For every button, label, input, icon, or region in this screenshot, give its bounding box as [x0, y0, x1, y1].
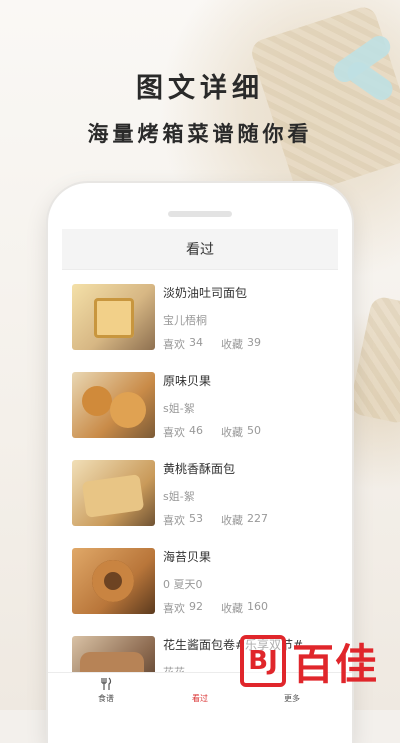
recipe-stats: 喜欢 92 收藏 160: [163, 600, 301, 616]
recipe-stats: 喜欢 34 收藏 39: [163, 336, 301, 352]
recipe-title[interactable]: 原味贝果: [163, 372, 211, 389]
recipe-author[interactable]: s姐-絮: [163, 488, 195, 504]
likes-count: 92: [189, 600, 203, 613]
likes-label: 喜欢: [163, 426, 185, 439]
favs-count: 39: [247, 336, 261, 349]
recipe-author[interactable]: 0 夏天0: [163, 576, 203, 592]
tab-recipes-label: 食谱: [98, 694, 114, 703]
phone-speaker: [168, 211, 232, 217]
recipe-item[interactable]: 海苔贝果 0 夏天0 喜欢 92 收藏 160: [72, 548, 328, 618]
likes-label: 喜欢: [163, 602, 185, 615]
tab-recipes[interactable]: 食谱: [76, 677, 136, 704]
watermark-text: 百佳: [292, 639, 379, 689]
recipe-thumbnail: [72, 284, 155, 350]
likes-count: 53: [189, 512, 203, 525]
likes-count: 34: [189, 336, 203, 349]
favs-label: 收藏: [221, 514, 243, 527]
recipe-item[interactable]: 淡奶油吐司面包 宝儿梧桐 喜欢 34 收藏 39: [72, 284, 328, 354]
hero-title: 图文详细: [136, 73, 264, 104]
screen-header: 看过: [62, 229, 338, 270]
screen-title: 看过: [186, 242, 214, 258]
eye-icon: [170, 677, 230, 691]
watermark-mark: BJ: [240, 635, 286, 687]
recipe-item[interactable]: 黄桃香酥面包 s姐-絮 喜欢 53 收藏 227: [72, 460, 328, 530]
likes-label: 喜欢: [163, 338, 185, 351]
fork-knife-icon: [76, 677, 136, 691]
favs-count: 50: [247, 424, 261, 437]
recipe-thumbnail: [72, 548, 155, 614]
recipe-author[interactable]: s姐-絮: [163, 400, 195, 416]
hero-subtitle: 海量烤箱菜谱随你看: [87, 122, 313, 146]
favs-label: 收藏: [221, 338, 243, 351]
recipe-thumbnail: [72, 372, 155, 438]
recipe-stats: 喜欢 46 收藏 50: [163, 424, 301, 440]
favs-label: 收藏: [221, 426, 243, 439]
recipe-stats: 喜欢 53 收藏 227: [163, 512, 301, 528]
recipe-title[interactable]: 海苔贝果: [163, 548, 211, 565]
recipe-author[interactable]: 宝儿梧桐: [163, 312, 207, 328]
watermark-logo: BJ 百佳: [240, 630, 390, 692]
likes-count: 46: [189, 424, 203, 437]
likes-label: 喜欢: [163, 514, 185, 527]
tab-more-label: 更多: [284, 694, 300, 703]
recipe-title[interactable]: 淡奶油吐司面包: [163, 284, 247, 301]
tab-viewed-label: 看过: [192, 694, 208, 703]
tab-viewed[interactable]: 看过: [170, 677, 230, 704]
favs-label: 收藏: [221, 602, 243, 615]
recipe-title[interactable]: 黄桃香酥面包: [163, 460, 235, 477]
recipe-thumbnail: [72, 460, 155, 526]
favs-count: 160: [247, 600, 268, 613]
favs-count: 227: [247, 512, 268, 525]
recipe-item[interactable]: 原味贝果 s姐-絮 喜欢 46 收藏 50: [72, 372, 328, 442]
